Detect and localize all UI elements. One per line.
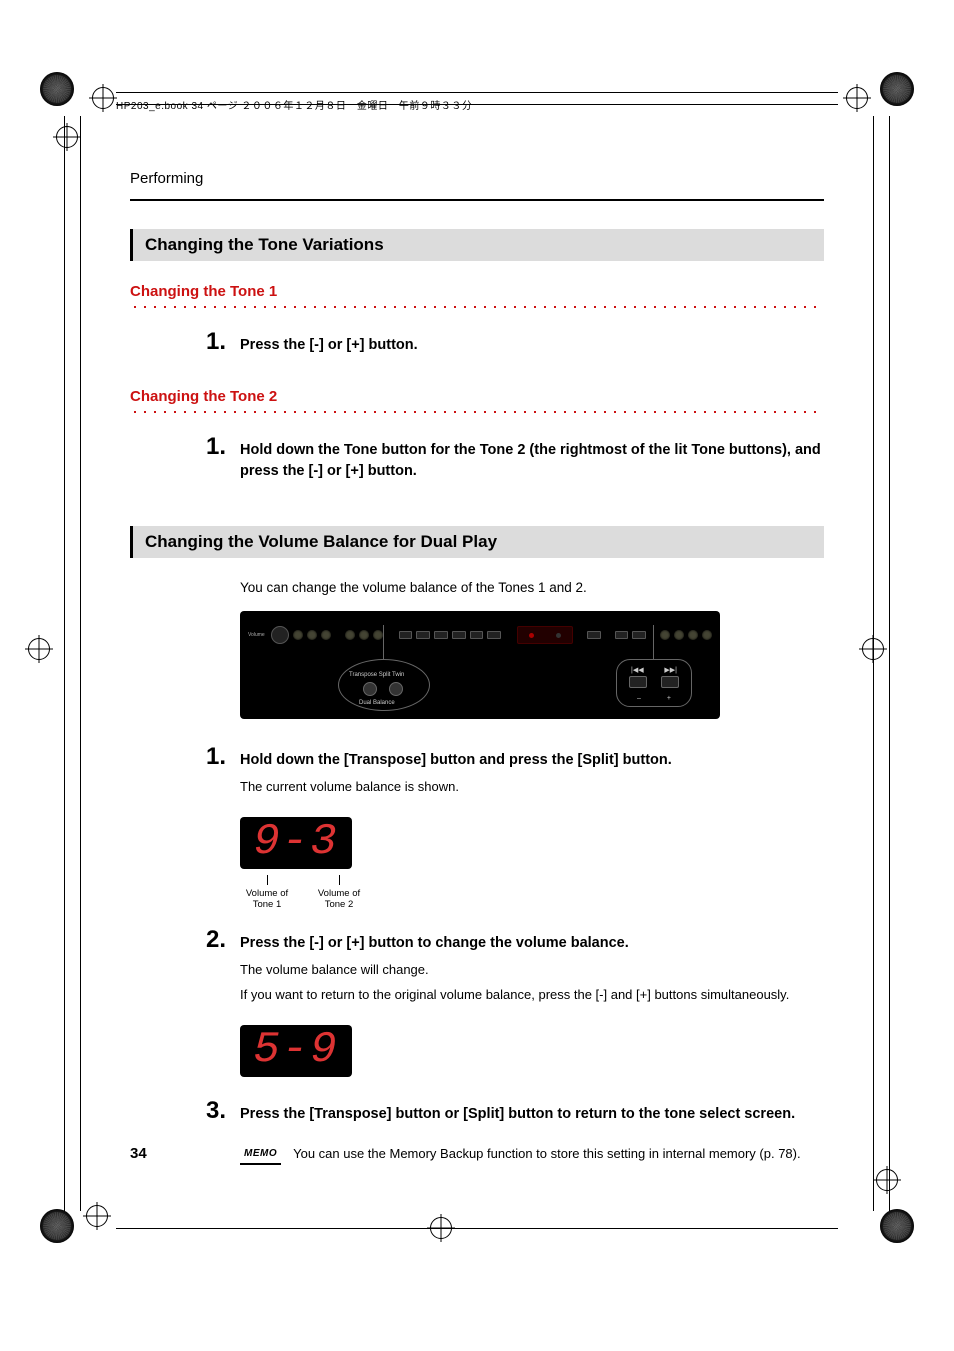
tone-button-icon [416,631,430,639]
plus-button-icon [632,631,646,639]
memo-icon: MEMO [240,1145,281,1165]
segment-display-labels: Volume of Tone 1 Volume of Tone 2 [240,875,824,910]
intro-text: You can change the volume balance of the… [240,580,824,595]
minus-button-icon [629,676,647,688]
forward-icon: ▶▶| [664,666,677,674]
tone-button-icon [487,631,501,639]
tone-button-icon [399,631,413,639]
led-button-icon [660,630,670,640]
segment-display: 5-9 [240,1025,352,1077]
crop-line [873,116,874,1211]
memo-text: You can use the Memory Backup function t… [293,1145,801,1163]
led-button-icon [345,630,355,640]
step-text: Press the [-] or [+] button. [240,335,824,356]
crop-corner-icon [40,72,74,106]
dotted-rule [130,409,824,415]
registration-mark-icon [876,1169,898,1191]
step-text: Press the [Transpose] button or [Split] … [240,1104,824,1125]
step-text: Press the [-] or [+] button to change th… [240,935,629,951]
step-number: 1. [206,745,226,769]
crop-line [116,1228,838,1229]
crop-corner-icon [880,1209,914,1243]
step-text: Hold down the Tone button for the Tone 2… [240,440,824,482]
segment-display: 9-3 [240,817,352,869]
transpose-split-callout: Transpose Split Twin Dual Balance [338,659,430,711]
minus-button-icon [615,631,629,639]
crop-line [116,92,838,93]
crop-corner-icon [40,1209,74,1243]
led-button-icon [373,630,383,640]
registration-mark-icon [56,126,78,148]
plus-icon: + [667,695,671,702]
plus-button-icon [661,676,679,688]
transpose-button-icon [363,682,377,696]
crop-corner-icon [880,72,914,106]
led-button-icon [293,630,303,640]
section-label: Performing [130,170,824,187]
registration-mark-icon [846,87,868,109]
split-button-icon [389,682,403,696]
step-number: 1. [206,435,226,459]
transport-callout: |◀◀ ▶▶| – + [616,659,692,711]
callout-line [383,625,384,659]
led-button-icon [359,630,369,640]
crop-line [889,116,890,1211]
song-button-icon [587,631,601,639]
volume-knob-icon [271,626,289,644]
registration-mark-icon [86,1205,108,1227]
panel-figure: Volume [240,611,720,719]
led-button-icon [307,630,317,640]
rewind-icon: |◀◀ [631,666,644,674]
step-text: Hold down the [Transpose] button and pre… [240,752,672,768]
heading-tone-variations: Changing the Tone Variations [130,229,824,261]
step-number: 1. [206,330,226,354]
led-button-icon [674,630,684,640]
heading-tone-1: Changing the Tone 1 [130,283,824,300]
callout-line [653,625,654,659]
heading-volume-balance: Changing the Volume Balance for Dual Pla… [130,526,824,558]
step-desc: The current volume balance is shown. [240,777,824,797]
crop-line [80,116,81,1211]
panel-label: Volume [248,632,265,638]
led-button-icon [702,630,712,640]
led-button-icon [688,630,698,640]
registration-mark-icon [28,638,50,660]
step-number: 3. [206,1099,226,1123]
display-icon [517,626,573,644]
step-number: 2. [206,928,226,952]
registration-mark-icon [92,87,114,109]
dotted-rule [130,304,824,310]
tone-button-icon [452,631,466,639]
heading-tone-2: Changing the Tone 2 [130,388,824,405]
book-info: HP203_e.book 34 ページ ２００６年１２月８日 金曜日 午前９時３… [116,97,472,112]
section-rule [130,199,824,201]
minus-icon: – [637,695,641,702]
page-number: 34 [130,1145,147,1162]
tone-button-icon [434,631,448,639]
step-desc: If you want to return to the original vo… [240,985,824,1005]
led-button-icon [321,630,331,640]
crop-line [64,116,65,1211]
tone-button-icon [470,631,484,639]
step-desc: The volume balance will change. [240,960,824,980]
